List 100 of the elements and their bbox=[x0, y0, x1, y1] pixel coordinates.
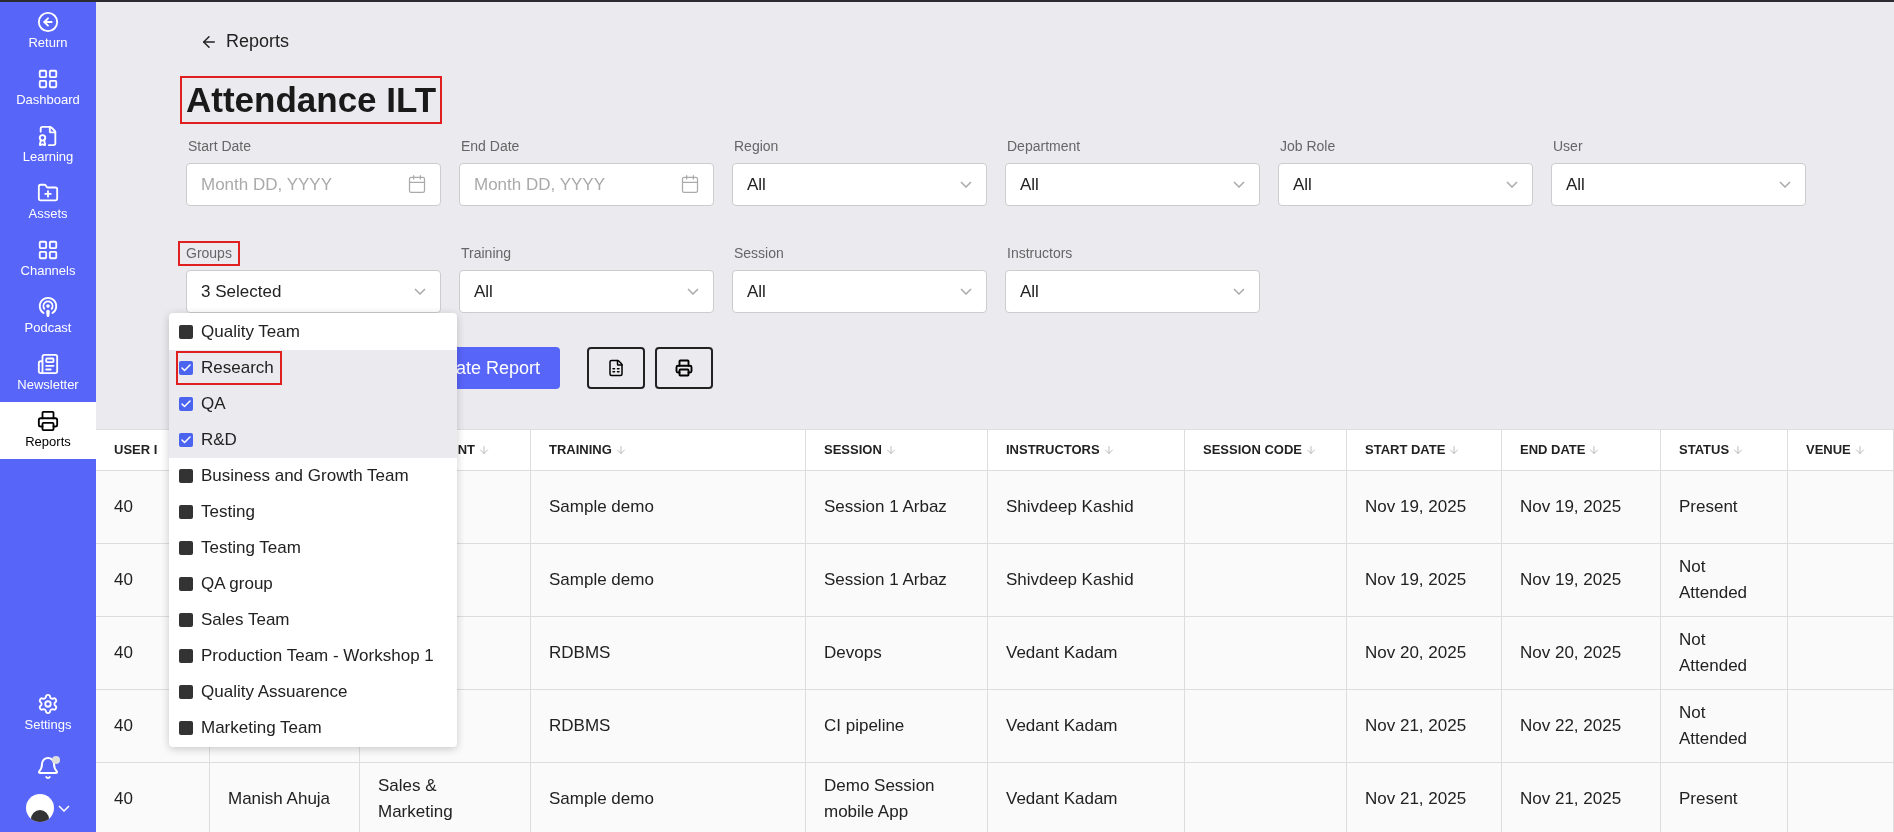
chevron-down-icon bbox=[1233, 181, 1245, 188]
checkbox[interactable] bbox=[179, 325, 193, 339]
column-header[interactable]: SESSION bbox=[824, 440, 882, 460]
select-field[interactable]: 3 Selected bbox=[186, 270, 441, 313]
sort-arrow-icon[interactable] bbox=[1588, 444, 1601, 456]
checkbox[interactable] bbox=[179, 721, 193, 735]
column-header[interactable]: TRAINING bbox=[549, 440, 612, 460]
select-field[interactable]: All bbox=[1005, 270, 1260, 313]
checkbox[interactable] bbox=[179, 505, 193, 519]
field-label: Job Role bbox=[1279, 137, 1337, 156]
dropdown-option[interactable]: Sales Team bbox=[178, 605, 296, 635]
checkbox[interactable] bbox=[179, 469, 193, 483]
table-cell-text: Sales & Marketing bbox=[378, 775, 454, 823]
dropdown-option[interactable]: Testing Team bbox=[178, 533, 307, 563]
dropdown-option[interactable]: Quality Assuarence bbox=[178, 677, 354, 707]
chevron-down-icon bbox=[1233, 288, 1245, 295]
dropdown-option[interactable]: Production Team - Workshop 1 bbox=[178, 641, 440, 671]
column-header[interactable]: NT bbox=[457, 440, 475, 460]
field-label: Session bbox=[733, 244, 785, 263]
select-field[interactable]: All bbox=[732, 270, 987, 313]
sort-arrow-icon[interactable] bbox=[884, 444, 897, 456]
table-cell-text: Nov 19, 2025 bbox=[1365, 496, 1467, 518]
calendar-icon bbox=[407, 174, 427, 194]
table-cell-text: Nov 21, 2025 bbox=[1520, 788, 1622, 810]
table-cell-text: Not Attended bbox=[1679, 556, 1749, 604]
back-link[interactable]: Reports bbox=[200, 28, 290, 55]
column-header[interactable]: END DATE bbox=[1520, 440, 1586, 460]
date-field[interactable]: Month DD, YYYY bbox=[459, 163, 714, 206]
dropdown-option[interactable]: Testing bbox=[178, 497, 261, 527]
sidebar-item[interactable]: Return bbox=[0, 3, 96, 60]
table-cell-text: Shivdeep Kashid bbox=[1006, 496, 1134, 518]
dropdown-option[interactable]: Marketing Team bbox=[178, 713, 328, 743]
table-cell-text: CI pipeline bbox=[824, 715, 905, 737]
table-cell-text: Session 1 Arbaz bbox=[824, 496, 947, 518]
date-field[interactable]: Month DD, YYYY bbox=[186, 163, 441, 206]
table-cell-text: 40 bbox=[114, 496, 133, 518]
dropdown-option[interactable]: Quality Team bbox=[178, 317, 306, 347]
table-cell-text: Nov 19, 2025 bbox=[1520, 569, 1622, 591]
sort-arrow-icon[interactable] bbox=[478, 444, 490, 456]
table-cell-text: Nov 20, 2025 bbox=[1365, 642, 1467, 664]
sort-arrow-icon[interactable] bbox=[1102, 444, 1115, 456]
table-cell-text: Demo Session mobile App bbox=[824, 775, 936, 823]
select-field[interactable]: All bbox=[459, 270, 714, 313]
select-field[interactable]: All bbox=[732, 163, 987, 206]
sidebar-item[interactable]: Podcast bbox=[0, 288, 96, 345]
sidebar-item[interactable]: Learning bbox=[0, 117, 96, 174]
dropdown-option[interactable]: R&D bbox=[178, 425, 243, 455]
checkbox[interactable] bbox=[179, 613, 193, 627]
sidebar-item[interactable]: Channels bbox=[0, 231, 96, 288]
notification-icon[interactable] bbox=[36, 756, 60, 780]
calendar-icon bbox=[680, 174, 700, 194]
select-field[interactable]: All bbox=[1278, 163, 1533, 206]
checkbox[interactable] bbox=[179, 649, 193, 663]
table-cell-text: 40 bbox=[114, 642, 133, 664]
dropdown-option[interactable]: Business and Growth Team bbox=[178, 461, 415, 491]
sort-arrow-icon[interactable] bbox=[614, 444, 627, 456]
certificate-icon bbox=[37, 125, 59, 148]
field-label: Groups bbox=[180, 243, 238, 264]
sort-arrow-icon[interactable] bbox=[1304, 444, 1317, 456]
field-label: Start Date bbox=[187, 137, 253, 156]
column-header[interactable]: INSTRUCTORS bbox=[1006, 440, 1100, 460]
checkbox[interactable] bbox=[179, 433, 193, 447]
checkbox[interactable] bbox=[179, 397, 193, 411]
table-cell-text: Vedant Kadam bbox=[1006, 642, 1118, 664]
checkbox[interactable] bbox=[179, 577, 193, 591]
printer-icon bbox=[37, 410, 59, 433]
grid-icon bbox=[37, 68, 59, 91]
sort-arrow-icon[interactable] bbox=[1732, 444, 1745, 456]
table-cell-text: Session 1 Arbaz bbox=[824, 569, 947, 591]
table-cell-text: Manish Ahuja bbox=[228, 788, 331, 810]
sort-arrow-icon[interactable] bbox=[1853, 444, 1866, 456]
column-header[interactable]: USER I bbox=[114, 440, 158, 460]
chevron-down-icon bbox=[1779, 181, 1791, 188]
print-button[interactable] bbox=[655, 347, 713, 389]
checkbox[interactable] bbox=[179, 361, 193, 375]
table-cell-text: Devops bbox=[824, 642, 882, 664]
chevron-down-icon bbox=[687, 288, 699, 295]
column-header[interactable]: STATUS bbox=[1679, 440, 1730, 460]
dropdown-option[interactable]: QA bbox=[178, 389, 232, 419]
column-header[interactable]: SESSION CODE bbox=[1203, 440, 1302, 460]
export-excel-button[interactable] bbox=[587, 347, 645, 389]
select-field[interactable]: All bbox=[1551, 163, 1806, 206]
chevron-down-icon bbox=[58, 804, 70, 812]
avatar[interactable] bbox=[26, 794, 54, 822]
table-cell-text: Nov 21, 2025 bbox=[1365, 715, 1467, 737]
table-cell-text: Nov 21, 2025 bbox=[1365, 788, 1467, 810]
column-header[interactable]: VENUE bbox=[1806, 440, 1851, 460]
sort-arrow-icon[interactable] bbox=[1448, 444, 1461, 456]
sidebar-item[interactable]: Reports bbox=[0, 402, 96, 459]
sidebar-item[interactable]: Settings bbox=[0, 685, 96, 742]
sidebar-item[interactable]: Newsletter bbox=[0, 345, 96, 402]
table-cell-text: Sample demo bbox=[549, 569, 654, 591]
dropdown-option[interactable]: QA group bbox=[178, 569, 279, 599]
table-cell-text: Present bbox=[1679, 788, 1738, 810]
sidebar-item[interactable]: Assets bbox=[0, 174, 96, 231]
checkbox[interactable] bbox=[179, 541, 193, 555]
select-field[interactable]: All bbox=[1005, 163, 1260, 206]
sidebar-item[interactable]: Dashboard bbox=[0, 60, 96, 117]
checkbox[interactable] bbox=[179, 685, 193, 699]
column-header[interactable]: START DATE bbox=[1365, 440, 1446, 460]
